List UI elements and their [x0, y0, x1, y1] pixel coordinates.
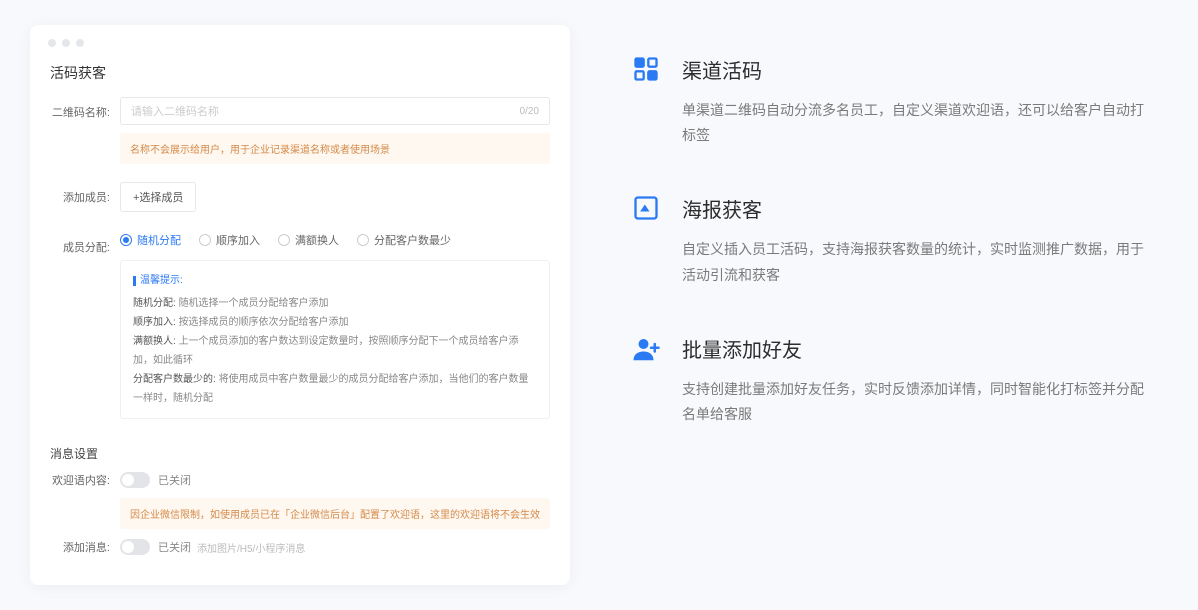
radio-least[interactable]: 分配客户数最少: [357, 232, 451, 248]
welcome-toggle[interactable]: [120, 472, 150, 488]
user-plus-icon: [630, 334, 662, 366]
radio-label: 顺序加入: [216, 232, 260, 248]
feature-title: 海报获客: [682, 194, 1168, 223]
radio-sequential[interactable]: 顺序加入: [199, 232, 260, 248]
feature-desc: 单渠道二维码自动分流多名员工，自定义渠道欢迎语，还可以给客户自动打标签: [682, 98, 1152, 148]
window-dot: [76, 39, 84, 47]
grid-icon: [630, 55, 662, 87]
window-controls: [30, 25, 570, 57]
radio-icon: [357, 234, 369, 246]
tip-text: 随机选择一个成员分配给客户添加: [179, 298, 329, 309]
addmsg-extra: 添加图片/H5/小程序消息: [197, 540, 305, 555]
welcome-label: 欢迎语内容:: [50, 472, 110, 488]
addmsg-state: 已关闭: [158, 539, 191, 555]
qrcode-name-hint: 名称不会展示给用户，用于企业记录渠道名称或者使用场景: [120, 133, 550, 164]
tip-label: 随机分配:: [133, 298, 176, 309]
feature-title: 渠道活码: [682, 55, 1168, 84]
input-placeholder: 请输入二维码名称: [131, 103, 219, 119]
addmsg-label: 添加消息:: [50, 539, 110, 555]
tips-box: 温馨提示: 随机分配: 随机选择一个成员分配给客户添加 顺序加入: 按选择成员的…: [120, 260, 550, 419]
welcome-hint: 因企业微信限制，如使用成员已在「企业微信后台」配置了欢迎语，这里的欢迎语将不会生…: [120, 498, 550, 529]
feature-poster: 海报获客 自定义插入员工活码，支持海报获客数量的统计，实时监测推广数据，用于活动…: [630, 194, 1168, 287]
add-member-button[interactable]: +选择成员: [120, 182, 196, 212]
tip-text: 按选择成员的顺序依次分配给客户添加: [179, 317, 349, 328]
feature-desc: 自定义插入员工活码，支持海报获客数量的统计，实时监测推广数据，用于活动引流和获客: [682, 237, 1152, 287]
assign-label: 成员分配:: [50, 232, 110, 255]
tip-label: 顺序加入:: [133, 317, 176, 328]
radio-label: 满额换人: [295, 232, 339, 248]
radio-random[interactable]: 随机分配: [120, 232, 181, 248]
settings-panel: 活码获客 二维码名称: 请输入二维码名称 0/20 名称不会展示给用户，用于企业…: [30, 25, 570, 585]
input-counter: 0/20: [520, 106, 539, 117]
panel-title: 活码获客: [30, 57, 570, 97]
qrcode-name-label: 二维码名称:: [50, 97, 110, 120]
radio-label: 随机分配: [137, 232, 181, 248]
tip-label: 满额换人:: [133, 336, 176, 347]
radio-icon: [278, 234, 290, 246]
window-dot: [62, 39, 70, 47]
feature-batch-add: 批量添加好友 支持创建批量添加好友任务，实时反馈添加详情，同时智能化打标签并分配…: [630, 334, 1168, 427]
feature-desc: 支持创建批量添加好友任务，实时反馈添加详情，同时智能化打标签并分配名单给客服: [682, 377, 1152, 427]
radio-icon: [199, 234, 211, 246]
tip-label: 分配客户数最少的:: [133, 374, 216, 385]
addmsg-toggle[interactable]: [120, 539, 150, 555]
add-member-label: 添加成员:: [50, 182, 110, 205]
image-icon: [630, 194, 662, 226]
features-list: 渠道活码 单渠道二维码自动分流多名员工，自定义渠道欢迎语，还可以给客户自动打标签…: [630, 25, 1168, 585]
feature-title: 批量添加好友: [682, 334, 1168, 363]
welcome-state: 已关闭: [158, 472, 191, 488]
radio-icon: [120, 234, 132, 246]
qrcode-name-input[interactable]: 请输入二维码名称 0/20: [120, 97, 550, 125]
window-dot: [48, 39, 56, 47]
feature-channel-code: 渠道活码 单渠道二维码自动分流多名员工，自定义渠道欢迎语，还可以给客户自动打标签: [630, 55, 1168, 148]
tips-title: 温馨提示:: [133, 271, 537, 290]
radio-label: 分配客户数最少: [374, 232, 451, 248]
radio-overflow[interactable]: 满额换人: [278, 232, 339, 248]
tip-text: 上一个成员添加的客户数达到设定数量时，按照顺序分配下一个成员给客户添加，如此循环: [133, 336, 519, 366]
message-section-header: 消息设置: [30, 431, 570, 472]
